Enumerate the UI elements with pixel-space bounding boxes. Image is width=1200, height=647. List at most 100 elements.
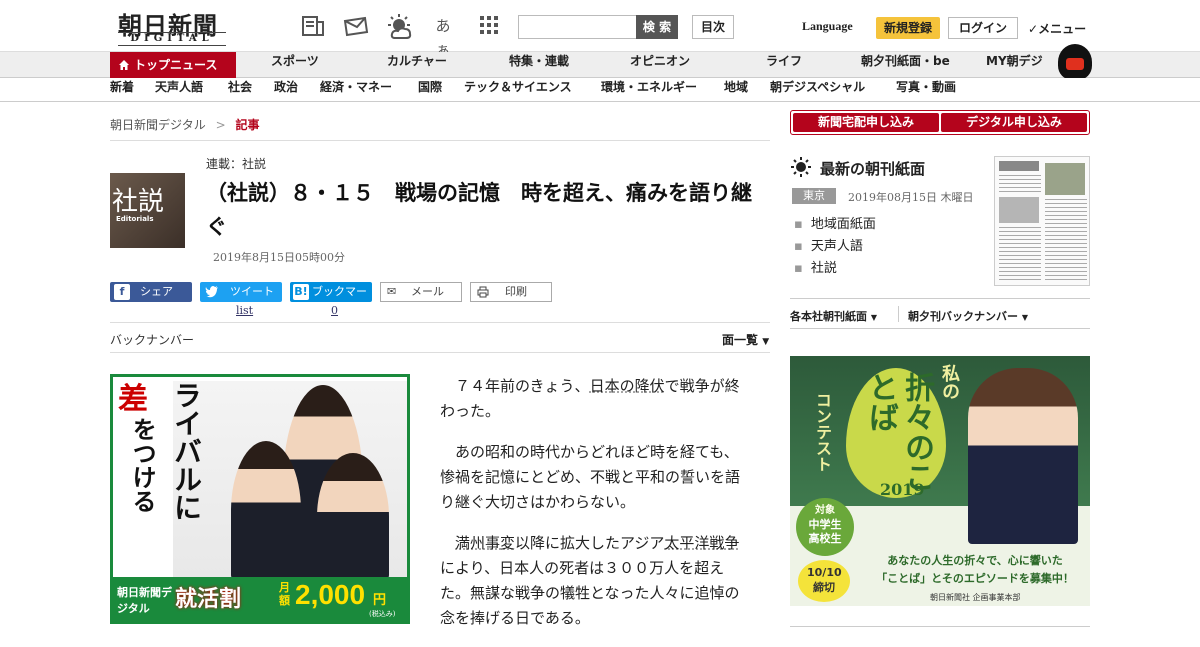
subnav-item[interactable]: 朝デジスペシャル xyxy=(770,78,865,95)
ad-title-suffix: コンテスト xyxy=(813,392,832,472)
nav-sports[interactable]: スポーツ xyxy=(271,52,319,78)
breadcrumb-home[interactable]: 朝日新聞デジタル xyxy=(110,118,206,132)
chevron-down-icon: ✓ xyxy=(1028,22,1039,36)
hatena-icon: B! xyxy=(293,284,309,300)
breadcrumb-separator: > xyxy=(215,118,226,132)
subnav-item[interactable]: 政治 xyxy=(274,78,298,95)
subnav-item[interactable]: テック＆サイエンス xyxy=(464,78,572,95)
series-label[interactable]: 連載：社説 xyxy=(206,155,266,172)
mail-share-button[interactable]: ✉ メール xyxy=(380,282,462,302)
logo-digital[interactable]: DIGITAL xyxy=(118,32,226,46)
editorial-thumbnail: 社説 Editorials xyxy=(110,173,185,248)
nav-opinion[interactable]: オピニオン xyxy=(630,52,690,78)
thumbnail-kanji: 社説 xyxy=(112,187,165,217)
font-size-icon[interactable]: あぁ xyxy=(430,14,456,59)
subnav-item[interactable]: 経済・マネー xyxy=(320,78,392,95)
nav-culture[interactable]: カルチャー xyxy=(387,52,447,78)
paper-link-label: 天声人語 xyxy=(810,239,863,254)
paper-link-label: 地域面紙面 xyxy=(810,217,876,232)
grid-menu-icon[interactable] xyxy=(476,14,502,38)
language-link[interactable]: Language xyxy=(802,19,853,34)
target-value: 中学生高校生 xyxy=(808,518,842,545)
subscribe-bar: 新聞宅配申し込み デジタル申し込み xyxy=(790,110,1090,135)
nav-my[interactable]: MY朝デジ xyxy=(986,52,1043,78)
subnav-item[interactable]: 環境・エネルギー xyxy=(601,78,697,95)
ad-title: 折々のことば xyxy=(863,372,934,492)
mail-icon[interactable] xyxy=(342,14,369,38)
mokuji-button[interactable]: 目次 xyxy=(692,15,734,39)
caret-down-icon: ▼ xyxy=(1021,313,1028,322)
page-list-label: 面一覧 xyxy=(722,333,759,347)
paper-link[interactable]: ▪ 社説 xyxy=(794,257,837,276)
ad-tax: (税込み) xyxy=(369,610,396,618)
search-input[interactable] xyxy=(518,15,638,39)
divider xyxy=(110,352,770,353)
subnav-item[interactable]: 天声人語 xyxy=(155,78,203,95)
paper-link[interactable]: ▪ 天声人語 xyxy=(794,235,863,254)
paper-link[interactable]: ▪ 地域面紙面 xyxy=(794,213,876,232)
article-paragraph: ７４年前のきょう、日本の降伏で戦争が終わった。 xyxy=(440,374,752,424)
nav-top-news-label: トップニュース xyxy=(134,58,218,72)
newspaper-thumbnail[interactable] xyxy=(994,156,1090,286)
nav-paper[interactable]: 朝夕刊紙面・be xyxy=(861,52,950,78)
menu-label: メニュー xyxy=(1038,22,1087,36)
breadcrumb: 朝日新聞デジタル > 記事 xyxy=(110,116,260,133)
search-button[interactable]: 検 索 xyxy=(636,15,678,39)
site-header: 朝日新聞 DIGITAL あぁ 検 索 目次 Language 新規登録 ログイ… xyxy=(0,0,1200,59)
keyword-link[interactable]: 太平洋戦争 xyxy=(664,534,739,552)
subnav-item[interactable]: 社会 xyxy=(228,78,252,95)
article-date: 2019年8月15日05時00分 xyxy=(213,251,345,264)
twitter-share-button[interactable]: ツイート xyxy=(200,282,282,302)
mascot-icon[interactable] xyxy=(1058,44,1092,80)
article-paragraph: 満州事変以降に拡大したアジア太平洋戦争により、日本人の死者は３００万人を超えた。… xyxy=(440,531,752,631)
subnav-item[interactable]: 新着 xyxy=(110,78,134,95)
article-title: （社説）８・１５ 戦場の記憶 時を超え、痛みを語り継ぐ xyxy=(206,181,752,239)
subscribe-digital-button[interactable]: デジタル申し込み xyxy=(941,113,1087,132)
ad-message-line: あなたの人生の折々で、心に響いた xyxy=(887,554,1063,567)
subnav-item[interactable]: 国際 xyxy=(418,78,442,95)
contest-ad[interactable]: 私の 折々のことば コンテスト 2019 対象 中学生高校生 10/10締切 あ… xyxy=(790,356,1090,606)
mail-icon: ✉ xyxy=(387,285,397,298)
nav-life[interactable]: ライフ xyxy=(766,52,802,78)
login-button[interactable]: ログイン xyxy=(948,17,1018,39)
nav-top-news[interactable]: トップニュース xyxy=(110,52,236,78)
thumbnail-label: Editorials xyxy=(116,215,154,223)
back-number-dropdown[interactable]: 朝夕刊バックナンバー ▼ xyxy=(908,308,1028,324)
paragraph-text: ７４年前のきょう、 xyxy=(455,377,590,395)
dropdown-label: 朝夕刊バックナンバー xyxy=(908,310,1018,323)
page-list-dropdown[interactable]: 面一覧 ▼ xyxy=(722,331,769,348)
hatena-bookmark-button[interactable]: B! ブックマーク xyxy=(290,282,372,318)
edition-badge: 東京 xyxy=(792,188,836,204)
subnav-item[interactable]: 写真・動画 xyxy=(896,78,956,95)
paper-masthead xyxy=(999,161,1039,171)
twitter-share-label: ツイート xyxy=(230,285,274,298)
subnav-item[interactable]: 地域 xyxy=(724,78,748,95)
bullet-icon: ▪ xyxy=(794,217,803,232)
divider xyxy=(790,298,1090,299)
weather-icon[interactable] xyxy=(386,14,412,39)
paper-date: 2019年08月15日 木曜日 xyxy=(848,191,974,204)
print-label: 印刷 xyxy=(505,285,527,298)
print-button[interactable]: 印刷 xyxy=(470,282,552,302)
ad-price-prefix: 月額 xyxy=(279,581,290,607)
hatena-count[interactable]: 0 xyxy=(331,304,338,317)
newspaper-icon[interactable] xyxy=(300,14,326,38)
facebook-icon: f xyxy=(114,284,130,300)
regional-edition-dropdown[interactable]: 各本社朝刊紙面 ▼ xyxy=(790,308,877,324)
keyword-link[interactable]: 日本の降伏 xyxy=(590,377,665,395)
twitter-count[interactable]: list xyxy=(236,304,253,317)
morning-paper-heading: 最新の朝刊紙面 xyxy=(820,160,926,178)
keyword-link[interactable]: 満州事変 xyxy=(455,534,515,552)
facebook-share-button[interactable]: f シェア xyxy=(110,282,192,302)
bullet-icon: ▪ xyxy=(794,239,803,254)
ad-yen: 円 xyxy=(373,593,387,608)
subscribe-paper-button[interactable]: 新聞宅配申し込み xyxy=(793,113,939,132)
menu-button[interactable]: ✓メニュー xyxy=(1028,20,1086,37)
back-number-link[interactable]: バックナンバー xyxy=(110,331,194,348)
paragraph-text: 以降に拡大したアジア xyxy=(515,534,665,552)
ad-person-woman-left xyxy=(231,441,301,581)
register-button[interactable]: 新規登録 xyxy=(876,17,940,39)
nav-features[interactable]: 特集・連載 xyxy=(509,52,569,78)
job-hunting-ad[interactable]: 差 ライバルに をつける 朝日新聞デジタル 就活割 月額 2,000 円 (税込… xyxy=(110,374,410,624)
divider xyxy=(898,306,899,322)
